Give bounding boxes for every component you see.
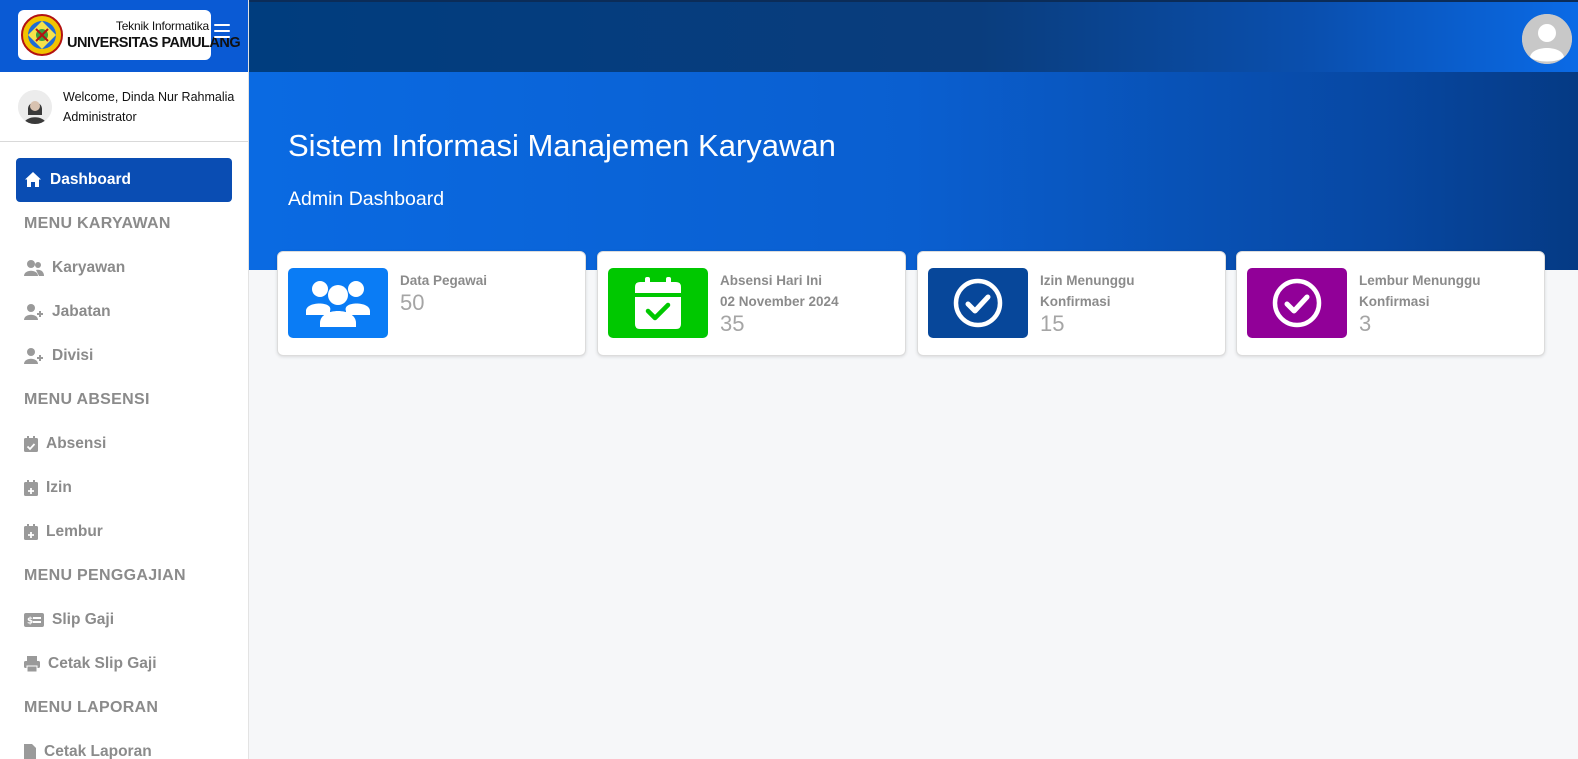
card-label: Data Pegawai (400, 273, 488, 288)
card-tile (608, 268, 708, 338)
card-data-pegawai[interactable]: Data Pegawai 50 (277, 251, 586, 356)
user-plus-icon (24, 347, 44, 365)
sidebar-item-label: Cetak Laporan (44, 743, 152, 759)
svg-text:$: $ (27, 617, 33, 627)
calendar-check-icon (635, 277, 681, 329)
sidebar-item-karyawan[interactable]: Karyawan (0, 246, 248, 290)
brand-line2: UNIVERSITAS PAMULANG (67, 34, 241, 51)
check-circle-icon (1272, 278, 1322, 328)
check-circle-icon (953, 278, 1003, 328)
card-tile (928, 268, 1028, 338)
sidebar-item-label: Lembur (46, 523, 103, 540)
page-subtitle: Admin Dashboard (288, 188, 445, 210)
sidebar-item-slip-gaji[interactable]: $ Slip Gaji (0, 598, 248, 642)
section-menu-laporan: MENU LAPORAN (24, 699, 159, 716)
user-role: Administrator (63, 109, 137, 124)
card-izin-menunggu-konfirmasi[interactable]: Izin Menunggu Konfirmasi 15 (917, 251, 1226, 356)
card-lembur-menunggu-konfirmasi[interactable]: Lembur Menunggu Konfirmasi 3 (1236, 251, 1545, 356)
sidebar-item-cetak-laporan[interactable]: Cetak Laporan (0, 730, 248, 759)
menu-toggle-icon[interactable] (214, 24, 230, 40)
calendar-plus-icon (24, 479, 38, 497)
card-tile (288, 268, 388, 338)
section-menu-karyawan: MENU KARYAWAN (24, 215, 171, 232)
card-value: 3 (1359, 311, 1372, 336)
user-avatar (18, 89, 52, 124)
home-icon (25, 172, 41, 187)
sidebar-item-label: Slip Gaji (52, 611, 115, 628)
page-title: Sistem Informasi Manajemen Karyawan (288, 128, 836, 163)
university-seal-icon (21, 14, 63, 56)
card-label-date: 02 November 2024 (720, 294, 839, 309)
card-label-line2: Konfirmasi (1040, 294, 1111, 309)
calendar-check-icon (24, 435, 38, 453)
user-panel: Welcome, Dinda Nur Rahmalia Administrato… (0, 72, 248, 142)
sidebar-item-label: Dashboard (50, 171, 131, 188)
card-label: Absensi Hari Ini 02 November 2024 (720, 270, 839, 312)
card-value: 35 (720, 311, 745, 336)
sidebar-item-divisi[interactable]: Divisi (0, 334, 248, 378)
sidebar-item-absensi[interactable]: Absensi (0, 422, 248, 466)
sidebar-brand: Teknik Informatika UNIVERSITAS PAMULANG (0, 0, 248, 72)
brand-logo[interactable]: Teknik Informatika UNIVERSITAS PAMULANG (18, 10, 241, 60)
card-tile (1247, 268, 1347, 338)
sidebar-item-lembur[interactable]: Lembur (0, 510, 248, 554)
card-label-line1: Absensi Hari Ini (720, 273, 823, 288)
card-value: 15 (1040, 311, 1065, 336)
user-plus-icon (24, 303, 44, 321)
sidebar: Teknik Informatika UNIVERSITAS PAMULANG … (0, 0, 249, 759)
sidebar-nav: Dashboard MENU KARYAWAN Karyawan Jabatan… (0, 142, 248, 759)
brand-line1: Teknik Informatika (115, 18, 209, 33)
card-value: 50 (400, 290, 425, 315)
sidebar-item-izin[interactable]: Izin (0, 466, 248, 510)
sidebar-item-jabatan[interactable]: Jabatan (0, 290, 248, 334)
sidebar-item-label: Izin (46, 479, 72, 496)
card-label: Izin Menunggu Konfirmasi (1040, 270, 1134, 312)
printer-icon (24, 655, 40, 673)
money-card-icon: $ (24, 611, 44, 629)
user-icon (1522, 14, 1572, 64)
sidebar-item-label: Jabatan (52, 303, 111, 320)
card-label-line2: Konfirmasi (1359, 294, 1430, 309)
users-icon (306, 281, 370, 327)
sidebar-item-label: Absensi (46, 435, 107, 452)
sidebar-item-dashboard[interactable]: Dashboard (16, 158, 232, 202)
section-menu-penggajian: MENU PENGGAJIAN (24, 567, 186, 584)
calendar-plus-icon (24, 523, 38, 541)
profile-avatar[interactable] (1522, 14, 1572, 64)
file-icon (24, 743, 36, 759)
sidebar-item-label: Divisi (52, 347, 94, 364)
users-icon (24, 259, 44, 277)
card-absensi-hari-ini[interactable]: Absensi Hari Ini 02 November 2024 35 (597, 251, 906, 356)
topbar (249, 0, 1578, 72)
sidebar-item-label: Cetak Slip Gaji (48, 655, 157, 672)
card-label-line1: Izin Menunggu (1040, 273, 1135, 288)
section-menu-absensi: MENU ABSENSI (24, 391, 150, 408)
hero-banner: Sistem Informasi Manajemen Karyawan Admi… (249, 72, 1578, 270)
user-female-icon (18, 89, 52, 124)
card-label-line1: Lembur Menunggu (1359, 273, 1481, 288)
sidebar-item-cetak-slip-gaji[interactable]: Cetak Slip Gaji (0, 642, 248, 686)
welcome-text: Welcome, Dinda Nur Rahmalia (63, 89, 235, 104)
sidebar-item-label: Karyawan (52, 259, 126, 276)
card-label: Lembur Menunggu Konfirmasi (1359, 270, 1481, 312)
